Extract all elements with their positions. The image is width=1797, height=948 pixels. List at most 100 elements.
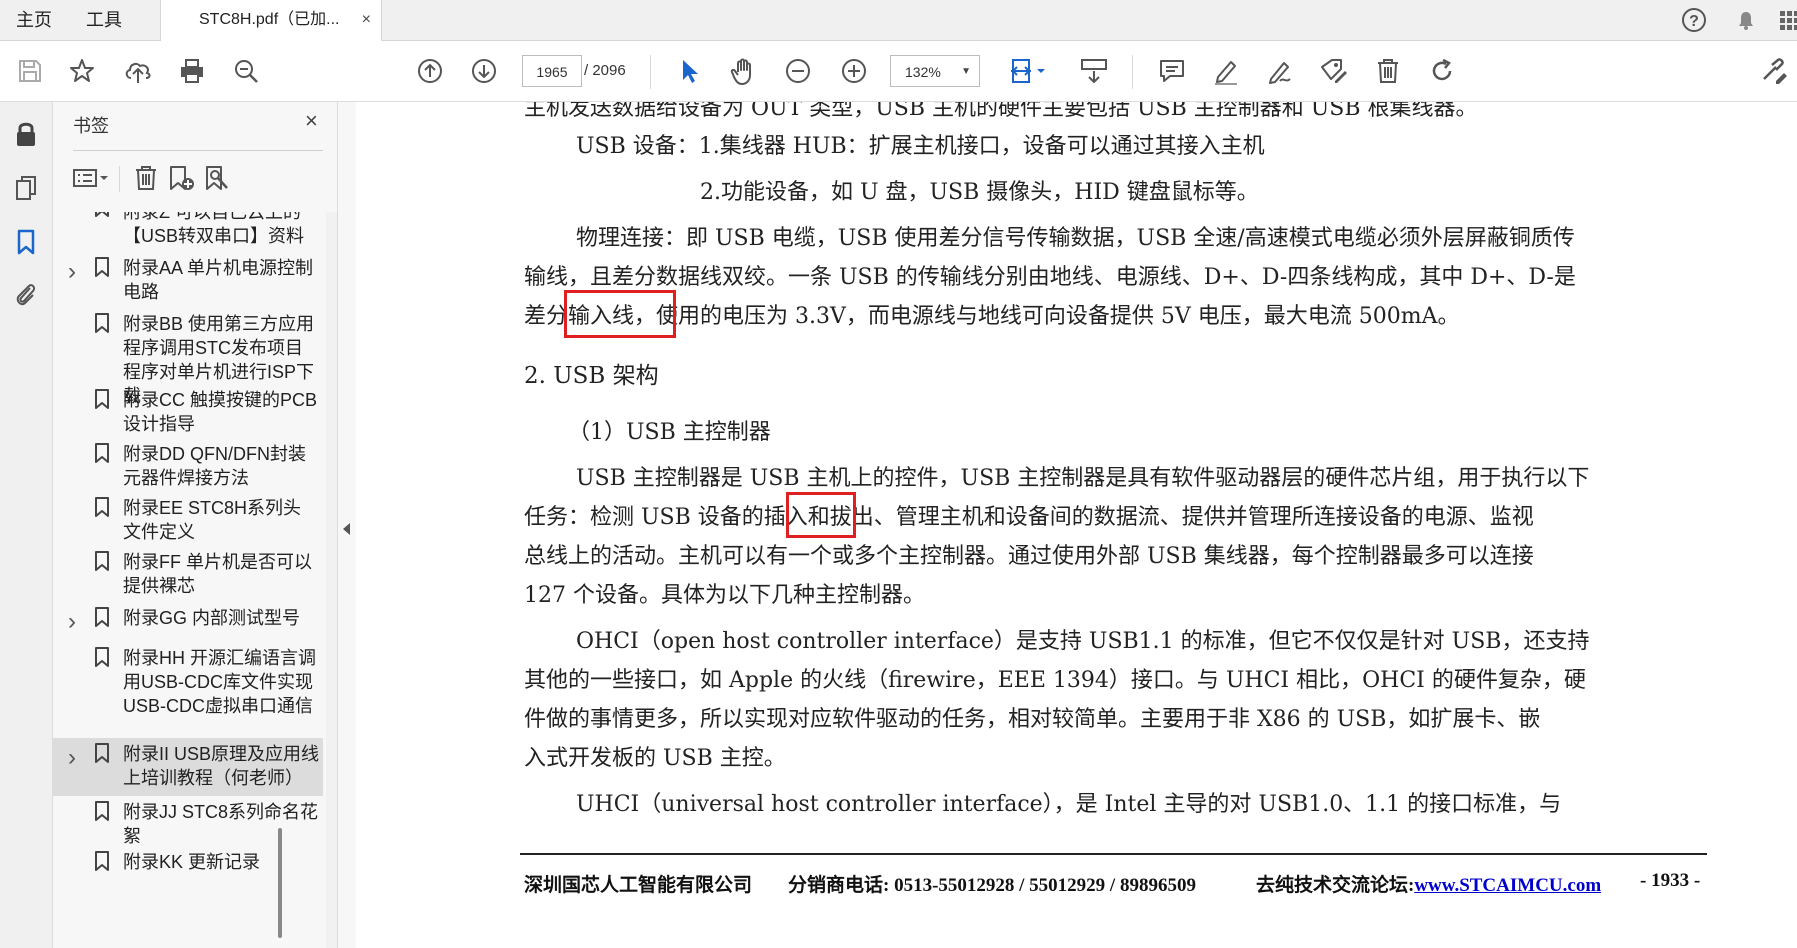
doc-line: 件做的事情更多，所以实现对应软件驱动的任务，相对较简单。主要用于非 X86 的 …	[524, 707, 1541, 732]
hand-tool-button[interactable]	[726, 41, 762, 101]
bookmark-item[interactable]: › 附录GG 内部测试型号	[53, 602, 323, 638]
attachment-paperclip-icon[interactable]	[12, 280, 40, 308]
arrow-down-circle-icon	[472, 59, 496, 83]
rotate-button[interactable]	[1424, 41, 1460, 101]
footer-rule	[520, 853, 1707, 855]
expand-chevron-icon[interactable]: ›	[68, 744, 76, 772]
reading-mode-button[interactable]	[1076, 41, 1112, 101]
bookmark-item[interactable]: 附录FF 单片机是否可以提供裸芯	[53, 546, 323, 596]
apps-grid-icon[interactable]	[1776, 6, 1797, 34]
forum-link[interactable]: www.STCAIMCU.com	[1414, 875, 1601, 896]
close-tab-button[interactable]: ×	[362, 0, 371, 40]
stamp-button[interactable]	[1316, 41, 1352, 101]
share-link-button[interactable]	[1757, 41, 1793, 101]
help-icon[interactable]: ?	[1680, 6, 1708, 34]
bookmark-icon	[95, 497, 109, 517]
bookmark-icon	[95, 212, 109, 217]
select-tool-button[interactable]	[672, 41, 708, 101]
print-button[interactable]	[174, 41, 210, 101]
chevron-down-icon: ▼	[961, 66, 971, 77]
bookmark-icon	[95, 313, 109, 333]
delete-bookmark-button[interactable]	[133, 162, 159, 194]
bookmark-item[interactable]: 附录EE STC8H系列头文件定义	[53, 492, 323, 542]
bookmark-star-button[interactable]	[64, 41, 100, 101]
comment-button[interactable]	[1154, 41, 1190, 101]
bookmark-options-button[interactable]	[71, 162, 111, 194]
save-button[interactable]	[12, 41, 48, 101]
lock-icon[interactable]	[12, 120, 40, 148]
footer-forum-label: 去纯技术交流论坛:	[1256, 875, 1415, 896]
add-bookmark-button[interactable]	[167, 162, 197, 194]
panel-toolbar-divider	[119, 166, 120, 192]
bookmark-icon	[95, 607, 109, 627]
pen-draw-icon	[1269, 62, 1291, 84]
notification-bell-icon[interactable]	[1732, 6, 1760, 34]
expand-chevron-icon[interactable]: ›	[68, 608, 76, 636]
comment-icon	[1160, 60, 1184, 82]
red-annotation-box[interactable]	[564, 290, 676, 338]
bookmark-item[interactable]: 附录BB 使用第三方应用程序调用STC发布项目程序对单片机进行ISP下载	[53, 308, 323, 406]
document-tab[interactable]: STC8H.pdf（已加... ×	[160, 0, 382, 41]
bookmark-list: 附录Z 可以自己云上的【USB转双串口】资料 › 附录AA 单片机电源控制电路 附录B…	[53, 212, 323, 948]
find-bookmark-button[interactable]	[203, 162, 233, 194]
save-icon	[19, 60, 41, 82]
zoom-level-select[interactable]: 132% ▼	[890, 55, 980, 87]
pages-thumbnail-icon[interactable]	[12, 174, 40, 202]
highlighter-pen-icon	[1215, 61, 1237, 85]
bookmark-icon	[95, 257, 109, 277]
collapse-panel-arrow-icon[interactable]	[343, 523, 350, 535]
draw-button[interactable]	[1262, 41, 1298, 101]
page-number-input[interactable]: 1965	[522, 55, 582, 87]
fit-page-icon	[1011, 59, 1045, 83]
next-page-button[interactable]	[466, 41, 502, 101]
home-tab[interactable]: 主页	[16, 0, 52, 40]
search-bookmark-icon	[206, 166, 228, 190]
document-tab-title: STC8H.pdf（已加...	[199, 11, 340, 28]
trash-icon	[1378, 59, 1398, 83]
bookmark-item[interactable]: 附录CC 触摸按键的PCB设计指导	[53, 384, 323, 434]
bookmark-item[interactable]: 附录HH 开源汇编语言调用USB-CDC库文件实现USB-CDC虚拟串口通信	[53, 642, 323, 736]
search-button[interactable]	[228, 41, 264, 101]
delete-button[interactable]	[1370, 41, 1406, 101]
red-annotation-box[interactable]	[786, 492, 856, 538]
bookmark-item[interactable]: › 附录II USB原理及应用线上培训教程（何老师）	[53, 738, 323, 796]
close-panel-button[interactable]: ×	[305, 108, 318, 134]
print-icon	[181, 59, 203, 83]
subsection-heading: （1）USB 主控制器	[568, 420, 771, 445]
bookmark-label: 附录JJ STC8系列命名花絮	[123, 802, 319, 846]
doc-line: 物理连接：即 USB 电缆，USB 使用差分信号传输数据，USB 全速/高速模式…	[576, 226, 1575, 251]
doc-line: 输线，且差分数据线双绞。一条 USB 的传输线分别由地线、电源线、D+、D-四条…	[524, 265, 1576, 290]
bookmark-item[interactable]: › 附录AA 单片机电源控制电路	[53, 252, 323, 302]
zoom-level-value: 132%	[905, 64, 941, 80]
highlight-button[interactable]	[1208, 41, 1244, 101]
bookmark-item[interactable]: 附录DD QFN/DFN封装元器件焊接方法	[53, 438, 323, 488]
zoom-out-button[interactable]	[780, 41, 816, 101]
doc-line: 2.功能设备，如 U 盘，USB 摄像头，HID 键盘鼠标等。	[700, 180, 1259, 205]
tools-tab[interactable]: 工具	[86, 0, 122, 40]
bookmark-item[interactable]: 附录JJ STC8系列命名花絮	[53, 796, 323, 846]
bookmark-icon	[95, 743, 109, 763]
top-bar: 主页 工具 STC8H.pdf（已加... × ?	[0, 0, 1797, 41]
page-total: / 2096	[584, 62, 626, 79]
doc-line: UHCI（universal host controller interface…	[576, 792, 1562, 817]
zoom-in-button[interactable]	[836, 41, 872, 101]
scrollbar-thumb[interactable]	[278, 828, 282, 938]
bookmark-item[interactable]: 附录KK 更新记录	[53, 846, 323, 886]
section-heading: 2. USB 架构	[524, 363, 659, 389]
bookmark-label: 附录DD QFN/DFN封装元器件焊接方法	[123, 444, 306, 488]
bookmark-icon[interactable]	[12, 228, 40, 256]
toolbar-divider	[1132, 55, 1133, 89]
search-icon	[235, 60, 258, 83]
bookmark-label: 附录FF 单片机是否可以提供裸芯	[123, 552, 312, 596]
minus-circle-icon	[786, 59, 810, 83]
bookmark-label: 附录GG 内部测试型号	[123, 608, 301, 628]
link-pen-icon	[1763, 58, 1787, 84]
previous-page-button[interactable]	[412, 41, 448, 101]
upload-cloud-button[interactable]	[120, 41, 156, 101]
expand-chevron-icon[interactable]: ›	[68, 258, 76, 286]
doc-line: 主机发送数据给设备为 OUT 类型，USB 主机的硬件主要包括 USB 主控制器…	[524, 102, 1478, 121]
add-bookmark-icon	[170, 166, 194, 190]
panel-divider	[73, 150, 323, 151]
arrow-up-circle-icon	[418, 59, 442, 83]
page-fit-button[interactable]	[1006, 41, 1052, 101]
